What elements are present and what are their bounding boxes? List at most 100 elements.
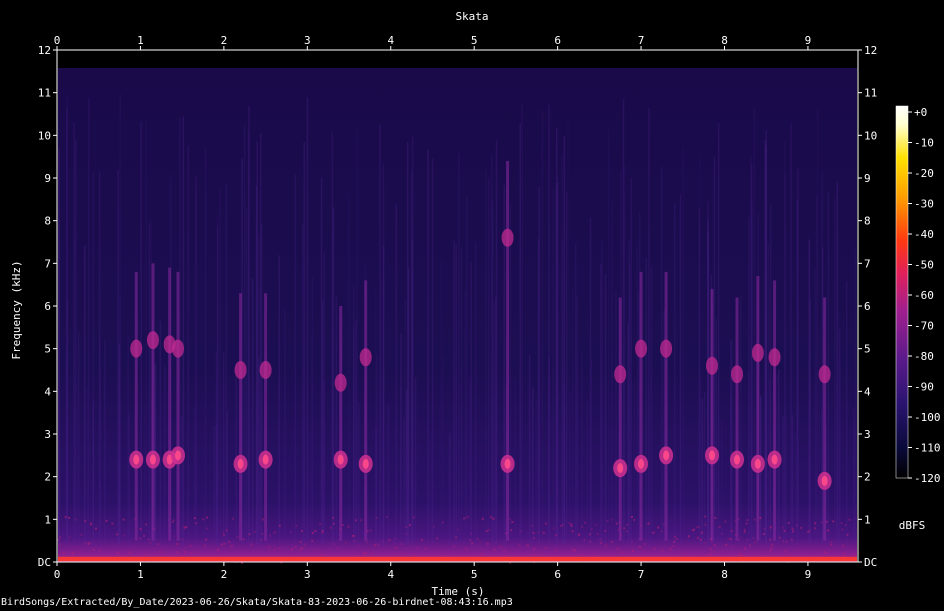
noise-streak [836,181,838,545]
call-core-low [734,454,741,465]
noise-speck [580,525,583,528]
noise-speck [704,515,707,518]
noise-streak [294,174,297,545]
noise-streak [808,239,811,545]
noise-speck [128,551,131,554]
noise-speck [181,554,184,557]
noise-speck [531,524,534,527]
noise-streak [302,224,304,545]
call-harmonic-high [334,373,347,392]
noise-speck [653,547,656,550]
noise-speck [820,521,823,524]
noise-speck [791,527,794,530]
noise-speck [333,543,336,546]
noise-speck [561,523,564,526]
noise-speck [230,544,233,547]
noise-streak [765,145,767,545]
noise-streak [528,355,531,545]
noise-speck [673,540,676,543]
noise-speck [746,519,749,522]
noise-speck [217,549,220,552]
noise-streak [581,350,583,545]
noise-speck [313,548,316,551]
y-tick-label: 9 [44,172,51,185]
noise-streak [703,392,706,545]
colorbar-tick-label: -40 [914,228,934,241]
noise-streak [648,107,650,545]
noise-speck [532,553,535,556]
noise-speck [740,554,743,557]
noise-speck [533,536,536,539]
noise-streak [387,406,389,545]
y-tick-label: 10 [38,129,51,142]
noise-streak [143,405,146,545]
noise-speck [830,544,833,547]
call-core-low [337,454,344,465]
x-tick-label-top: 5 [471,34,478,47]
noise-speck [631,515,634,518]
noise-speck [699,538,702,541]
call-harmonic-high [171,339,184,358]
noise-speck [394,546,397,549]
noise-speck [311,532,314,535]
noise-speck [59,536,62,539]
noise-streak [782,415,784,545]
noise-speck [770,546,773,549]
noise-streak [650,266,653,545]
noise-speck [347,525,350,528]
x-tick-label-top: 6 [554,34,561,47]
noise-streak [248,106,250,545]
noise-speck [74,518,77,521]
noise-speck [519,530,522,533]
noise-streak [222,352,225,545]
noise-speck [695,525,698,528]
noise-speck [183,526,186,529]
noise-speck [261,533,264,536]
noise-streak [797,168,799,545]
noise-speck [336,547,339,550]
noise-speck [814,522,817,525]
noise-speck [783,530,786,533]
call-core-low [504,458,511,469]
y-tick-label: 3 [44,428,51,441]
noise-streak [464,290,467,545]
noise-speck [589,533,592,536]
noise-speck [89,522,92,525]
noise-streak [751,200,753,545]
noise-speck [730,529,733,532]
call-core-low [237,458,244,469]
noise-streak [460,248,463,545]
noise-speck [206,527,209,530]
noise-speck [553,527,556,530]
noise-speck [304,543,307,546]
noise-speck [220,543,223,546]
noise-speck [813,527,816,530]
colorbar-tick-label: -50 [914,259,934,272]
x-tick-label-top: 3 [304,34,311,47]
noise-speck [205,516,208,519]
noise-streak [628,240,630,545]
noise-streak [219,187,221,545]
noise-speck [415,547,418,550]
file-path: BirdSongs/Extracted/By_Date/2023-06-26/S… [1,597,513,608]
y-tick-label: 12 [38,44,51,57]
noise-speck [123,534,126,537]
noise-streak [485,168,487,545]
noise-streak [569,391,572,545]
colorbar-tick-label: -120 [914,472,941,485]
noise-speck [630,540,633,543]
noise-streak [753,107,756,545]
noise-speck [441,521,444,524]
noise-streak [215,351,218,545]
colorbar-tick-label: -20 [914,167,934,180]
noise-speck [433,525,436,528]
noise-speck [485,529,488,532]
noise-speck [704,523,707,526]
noise-streak [195,176,197,545]
y-tick-label: 4 [44,385,51,398]
noise-speck [651,531,654,534]
call-harmonic-high [359,348,372,367]
noise-speck [365,541,368,544]
noise-streak [601,240,603,545]
y-axis-label: Frequency (kHz) [10,260,23,359]
